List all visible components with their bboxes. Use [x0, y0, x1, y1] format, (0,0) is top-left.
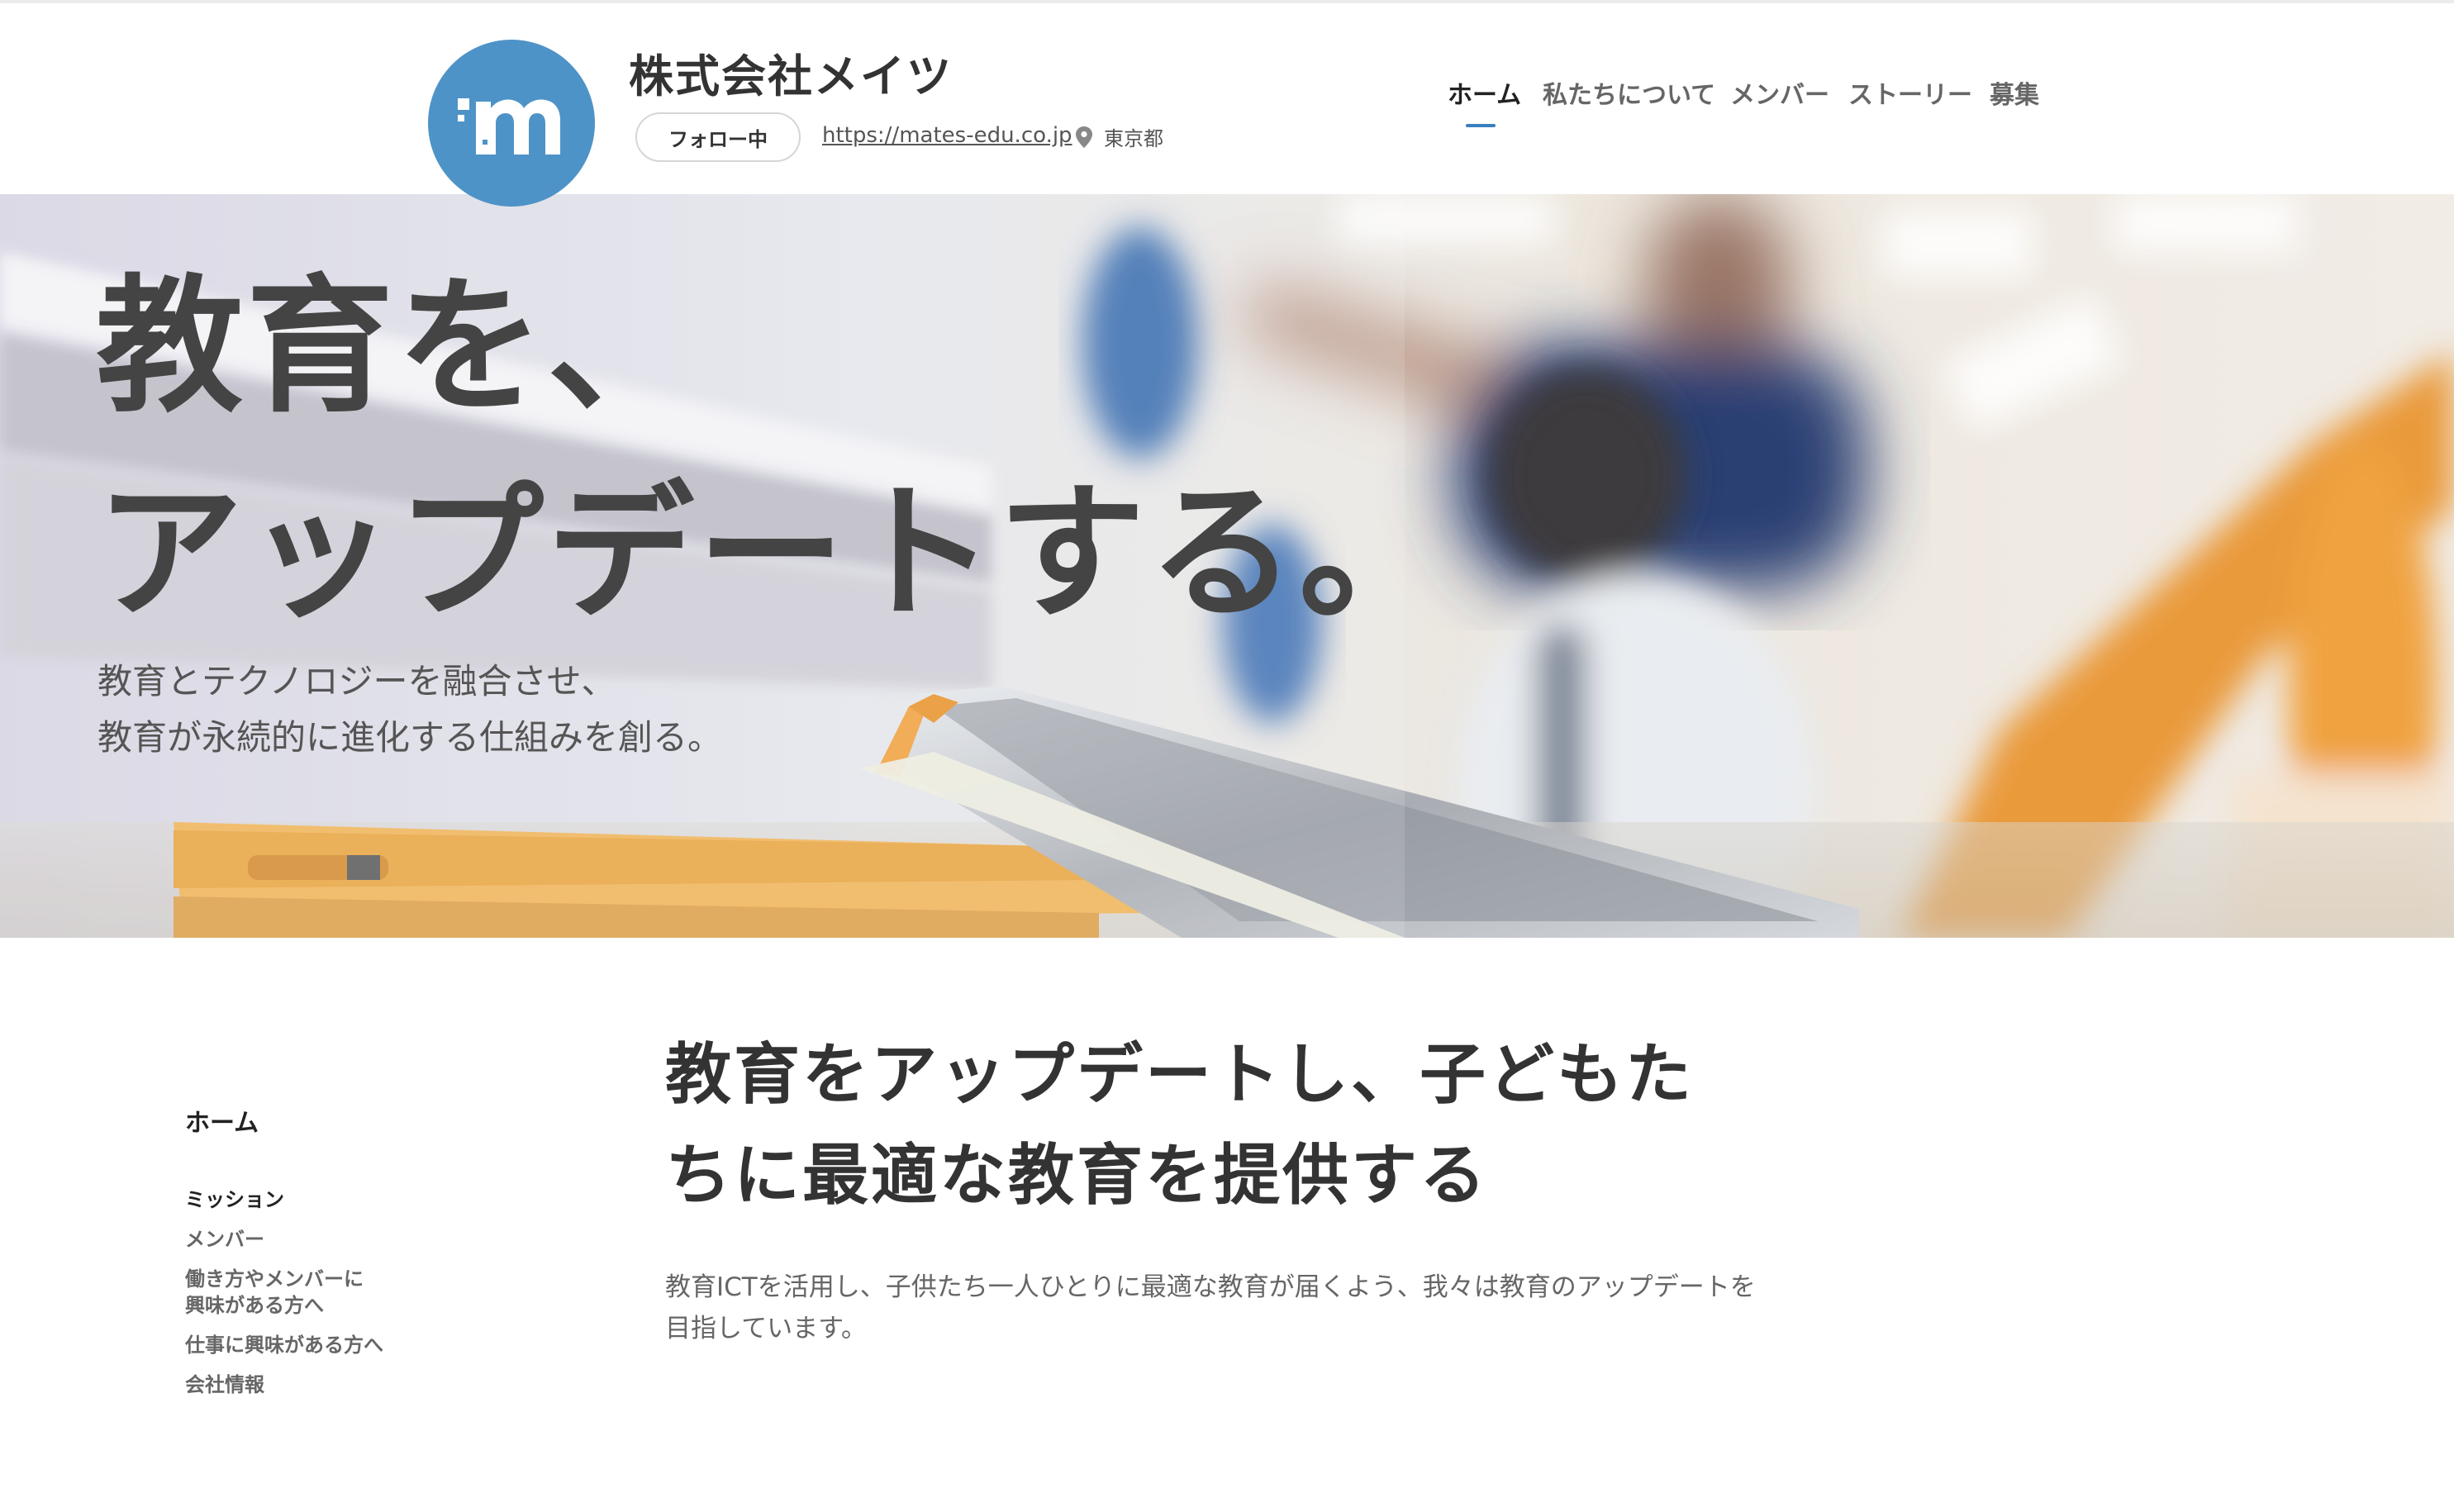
hero-title: 教育を、 アップデートする。 [96, 244, 1449, 657]
company-logo[interactable] [428, 40, 595, 207]
main-nav: ホーム 私たちについて メンバー ストーリー 募集 [0, 74, 2454, 132]
nav-members[interactable]: メンバー [1730, 74, 1829, 111]
hero-title-line-1: 教育を、 [96, 261, 697, 432]
side-nav-members[interactable]: メンバー [185, 1226, 449, 1253]
hero-banner: 教育を、 アップデートする。 教育とテクノロジーを融合させ、 教育が永続的に進化… [0, 194, 2454, 938]
mission-heading: 教育をアップデートし、子どもた ちに最適な教育を提供する [665, 1025, 1822, 1226]
mission-text-line-1: 教育ICTを活用し、子供たち一人ひとりに最適な教育が届くよう、我々は教育のアップ… [665, 1272, 1756, 1302]
side-nav-work-style-line-1: 働き方やメンバーに [185, 1267, 364, 1291]
side-nav: ホーム ミッション メンバー 働き方やメンバーに 興味がある方へ 仕事に興味があ… [185, 1102, 449, 1411]
hero-subtitle-line-2: 教育が永続的に進化する仕組みを創る。 [97, 717, 723, 758]
side-nav-mission[interactable]: ミッション [185, 1186, 449, 1213]
side-nav-work-style-line-2: 興味がある方へ [185, 1294, 324, 1317]
m-logo-icon [458, 98, 560, 155]
hero-title-line-2: アップデートする。 [96, 468, 1449, 639]
nav-active-indicator [1466, 124, 1496, 127]
nav-about[interactable]: 私たちについて [1543, 74, 1715, 111]
mission-text-line-2: 目指しています。 [665, 1314, 867, 1343]
hero-subtitle: 教育とテクノロジーを融合させ、 教育が永続的に進化する仕組みを創る。 [97, 654, 722, 766]
company-header: フォロー中 株式会社メイツ https://mates-edu.co.jp 東京… [0, 3, 2454, 194]
side-nav-company-info[interactable]: 会社情報 [185, 1372, 449, 1398]
nav-jobs[interactable]: 募集 [1990, 74, 2039, 111]
mission-heading-line-2: ちに最適な教育を提供する [665, 1137, 1488, 1214]
side-nav-jobs[interactable]: 仕事に興味がある方へ [185, 1332, 449, 1358]
hero-subtitle-line-1: 教育とテクノロジーを融合させ、 [97, 661, 616, 701]
nav-home[interactable]: ホーム [1448, 74, 1521, 111]
mission-text: 教育ICTを活用し、子供たち一人ひとりに最適な教育が届くよう、我々は教育のアップ… [665, 1267, 1822, 1349]
nav-stories[interactable]: ストーリー [1848, 74, 1972, 111]
side-nav-work-style[interactable]: 働き方やメンバーに 興味がある方へ [185, 1266, 449, 1319]
side-nav-home[interactable]: ホーム [185, 1102, 449, 1139]
mission-heading-line-1: 教育をアップデートし、子どもた [665, 1036, 1694, 1113]
